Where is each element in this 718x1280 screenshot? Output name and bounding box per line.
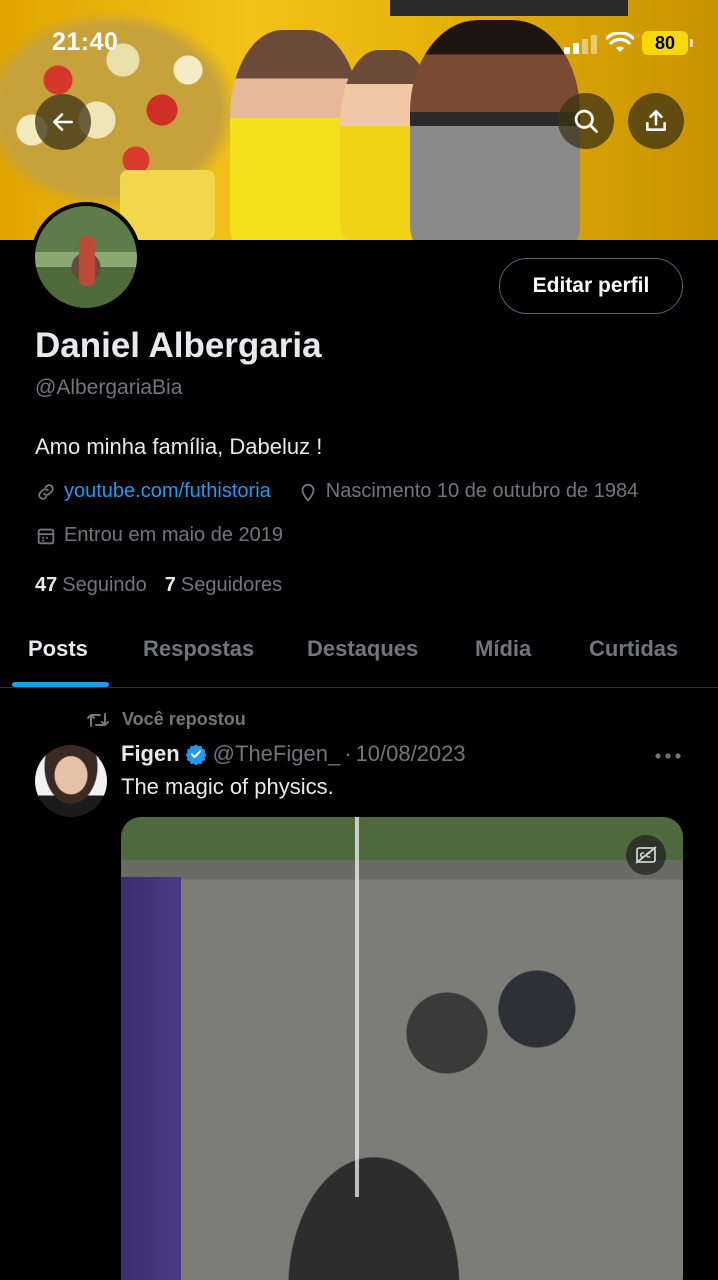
back-button[interactable] — [35, 94, 91, 150]
tab-likes[interactable]: Curtidas — [589, 636, 678, 662]
profile-website-link[interactable]: youtube.com/futhistoria — [64, 480, 271, 503]
status-time: 21:40 — [52, 28, 119, 56]
verified-icon — [185, 744, 207, 765]
following-link[interactable]: 47 Seguindo — [35, 574, 147, 597]
profile-birthdate: Nascimento 10 de outubro de 1984 — [297, 480, 638, 503]
profile-tabs: Posts Respostas Destaques Mídia Curtidas — [0, 620, 718, 688]
video-water-jet — [355, 817, 359, 1197]
search-button[interactable] — [558, 93, 614, 149]
post-header: Figen @TheFigen_ · 10/08/2023 — [121, 741, 466, 767]
profile-handle: @AlbergariaBia — [35, 376, 183, 399]
post-author-avatar[interactable] — [35, 745, 107, 817]
tab-replies[interactable]: Respostas — [143, 636, 254, 662]
post-author-handle[interactable]: @TheFigen_ — [213, 741, 341, 767]
tab-highlights[interactable]: Destaques — [307, 636, 418, 662]
post-separator: · — [344, 741, 352, 766]
edit-profile-button[interactable]: Editar perfil — [499, 258, 683, 314]
followers-label: Seguidores — [180, 574, 283, 596]
battery-indicator: 80 — [642, 31, 693, 55]
followers-link[interactable]: 7 Seguidores — [165, 574, 282, 597]
birthdate-text: Nascimento 10 de outubro de 1984 — [325, 480, 639, 502]
calendar-icon — [37, 528, 55, 544]
share-icon — [646, 109, 666, 131]
joined-text: Entrou em maio de 2019 — [64, 524, 284, 546]
followers-count: 7 — [164, 574, 176, 596]
status-bar: 21:40 80 — [0, 0, 718, 88]
post-author-name[interactable]: Figen — [121, 741, 180, 767]
post-video[interactable] — [121, 817, 683, 1280]
location-icon — [301, 483, 315, 502]
following-label: Seguindo — [62, 574, 147, 596]
repost-label: Você repostou — [122, 709, 246, 729]
more-icon[interactable] — [655, 752, 681, 760]
profile-bio: Amo minha família, Dabeluz ! — [35, 434, 323, 459]
post-date[interactable]: 10/08/2023 — [356, 741, 466, 767]
tab-posts[interactable]: Posts — [28, 636, 88, 662]
repost-indicator: Você repostou — [86, 709, 246, 730]
follow-stats: 47 Seguindo 7 Seguidores — [35, 574, 300, 597]
cellular-signal-icon — [564, 34, 600, 54]
post-text: The magic of physics. — [121, 774, 334, 799]
following-count: 47 — [35, 574, 58, 596]
repost-icon — [87, 712, 109, 727]
profile-name: Daniel Albergaria — [35, 326, 322, 365]
active-tab-indicator — [12, 682, 109, 687]
video-person — [121, 877, 181, 1280]
wifi-icon — [606, 32, 634, 52]
banner-cake — [120, 170, 215, 240]
profile-joined-row: Entrou em maio de 2019 — [35, 524, 283, 547]
search-icon — [574, 109, 598, 133]
avatar[interactable] — [31, 202, 141, 312]
share-button[interactable] — [628, 93, 684, 149]
tab-media[interactable]: Mídia — [475, 636, 531, 662]
back-arrow-icon — [53, 113, 73, 131]
captions-off-icon — [635, 846, 657, 864]
captions-button[interactable] — [626, 835, 666, 875]
profile-meta-row: youtube.com/futhistoria Nascimento 10 de… — [35, 480, 638, 503]
link-icon — [38, 483, 54, 500]
